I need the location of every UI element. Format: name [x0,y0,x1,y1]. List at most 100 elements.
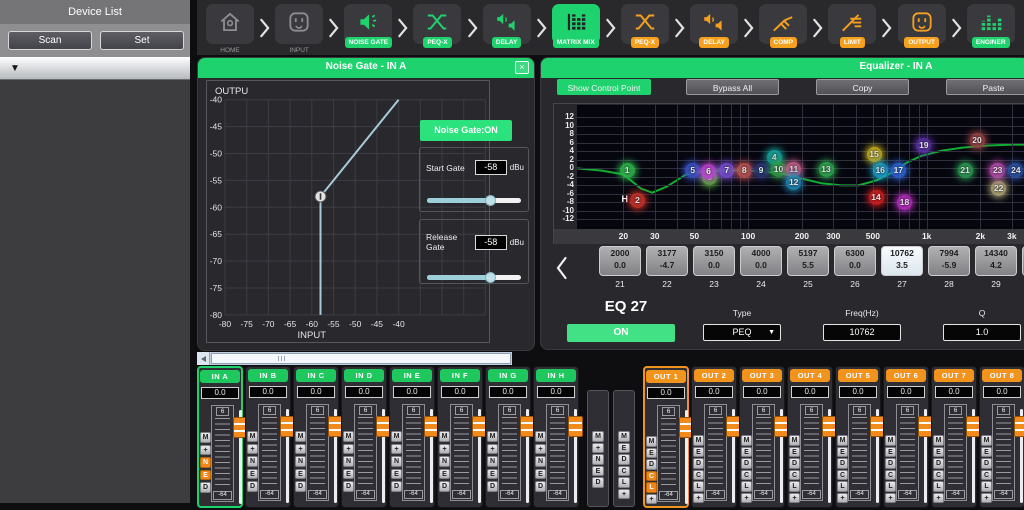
toolbar-item-input[interactable]: INPUT [272,4,326,54]
channel-button-M[interactable]: M [391,431,402,442]
channel-button-L[interactable]: L [646,482,657,493]
channel-button-E[interactable]: E [693,447,704,458]
channel-button-E[interactable]: E [535,469,546,480]
channel-button-E[interactable]: E [618,443,630,454]
scan-button[interactable]: Scan [8,31,92,50]
channel-button-+[interactable]: + [646,494,657,505]
release-gate-value[interactable]: -58 [475,235,507,250]
channel-button-N[interactable]: N [535,456,546,467]
channel-label[interactable]: IN H [536,369,576,382]
eq-control-point-18[interactable]: 18 [897,195,912,210]
channel-button-M[interactable]: M [693,435,704,446]
channel-button-E[interactable]: E [391,469,402,480]
channel-button-+[interactable]: + [391,444,402,455]
start-gate-value[interactable]: -58 [475,160,507,175]
channel-button-+[interactable]: + [439,444,450,455]
channel-button-N[interactable]: N [247,456,258,467]
eq-control-point-22[interactable]: 22 [991,181,1006,196]
channel-button-M[interactable]: M [592,431,604,442]
paste-button[interactable]: Paste [946,79,1024,95]
channel-button-L[interactable]: L [789,481,800,492]
channel-button-M[interactable]: M [487,431,498,442]
scrollbar-thumb[interactable] [211,353,511,364]
channel-gain-value[interactable]: 0.0 [297,386,335,398]
channel-button-C[interactable]: C [789,470,800,481]
channel-button-D[interactable]: D [439,481,450,492]
horizontal-scrollbar[interactable] [197,352,512,365]
eq-band-cell-22[interactable]: 3177-4.7 [646,246,688,276]
channel-button-E[interactable]: E [933,447,944,458]
channel-button-D[interactable]: D [741,458,752,469]
channel-button-+[interactable]: + [837,493,848,504]
channel-label[interactable]: OUT 3 [742,369,782,382]
channel-gain-value[interactable]: 0.0 [647,387,685,399]
channel-button-D[interactable]: D [789,458,800,469]
eq-band-cell-29[interactable]: 143404.2 [975,246,1017,276]
toolbar-item-output[interactable]: OUTPUT [895,4,949,48]
channel-button-D[interactable]: D [391,481,402,492]
channel-button-E[interactable]: E [343,469,354,480]
channel-label[interactable]: IN F [440,369,480,382]
channel-gain-value[interactable]: 0.0 [887,386,925,398]
toolbar-item-limit[interactable]: LIMIT [825,4,879,48]
eq-control-point-16[interactable]: 16 [873,163,888,178]
channel-button-L[interactable]: L [981,481,992,492]
channel-button-D[interactable]: D [646,459,657,470]
channel-button-M[interactable]: M [789,435,800,446]
channel-button-M[interactable]: M [837,435,848,446]
channel-button-D[interactable]: D [618,454,630,465]
channel-button-N[interactable]: N [592,454,604,465]
channel-button-+[interactable]: + [885,493,896,504]
channel-button-C[interactable]: C [981,470,992,481]
channel-button-M[interactable]: M [981,435,992,446]
channel-button-E[interactable]: E [439,469,450,480]
toolbar-item-home[interactable]: HOME [203,4,257,54]
channel-button-D[interactable]: D [981,458,992,469]
eq-control-point-21[interactable]: 21 [958,163,973,178]
channel-label[interactable]: OUT 8 [982,369,1022,382]
channel-button-D[interactable]: D [487,481,498,492]
noise-gate-on-toggle[interactable]: Noise Gate:ON [420,120,512,141]
eq-band-cell-26[interactable]: 63000.0 [834,246,876,276]
channel-button-+[interactable]: + [693,493,704,504]
channel-button-E[interactable]: E [487,469,498,480]
channel-button-+[interactable]: + [343,444,354,455]
channel-button-N[interactable]: N [487,456,498,467]
eq-control-point-1[interactable]: 1 [620,163,635,178]
channel-button-M[interactable]: M [343,431,354,442]
copy-button[interactable]: Copy [816,79,909,95]
channel-button-M[interactable]: M [618,431,630,442]
type-select[interactable]: PEQ ▼ [703,324,781,341]
channel-button-D[interactable]: D [837,458,848,469]
eq-band-cell-27[interactable]: 107623.5 [881,246,923,276]
channel-button-M[interactable]: M [646,436,657,447]
channel-label[interactable]: IN C [296,369,336,382]
eq-control-point-20[interactable]: 20 [970,133,985,148]
channel-button-N[interactable]: N [391,456,402,467]
channel-button-L[interactable]: L [885,481,896,492]
channel-button-C[interactable]: C [741,470,752,481]
eq-control-point-9[interactable]: 9 [754,163,769,178]
channel-gain-value[interactable]: 0.0 [935,386,973,398]
toolbar-item-delay[interactable]: DELAY [480,4,534,48]
channel-button-E[interactable]: E [247,469,258,480]
channel-button-+[interactable]: + [487,444,498,455]
channel-button-D[interactable]: D [343,481,354,492]
channel-button-M[interactable]: M [535,431,546,442]
channel-button-+[interactable]: + [789,493,800,504]
eq-band-cell-25[interactable]: 51975.5 [787,246,829,276]
channel-gain-value[interactable]: 0.0 [393,386,431,398]
channel-button-E[interactable]: E [981,447,992,458]
channel-label[interactable]: OUT 5 [838,369,878,382]
eq-band-on-button[interactable]: ON [567,324,675,342]
channel-button-E[interactable]: E [885,447,896,458]
bypass-all-button[interactable]: Bypass All [686,79,779,95]
channel-gain-value[interactable]: 0.0 [249,386,287,398]
channel-label[interactable]: IN A [200,370,240,383]
channel-button-N[interactable]: N [200,457,211,468]
eq-band-cell-23[interactable]: 31500.0 [693,246,735,276]
channel-button-D[interactable]: D [247,481,258,492]
eq-control-point-14[interactable]: 14 [869,190,884,205]
channel-button-N[interactable]: N [439,456,450,467]
channel-button-L[interactable]: L [618,477,630,488]
